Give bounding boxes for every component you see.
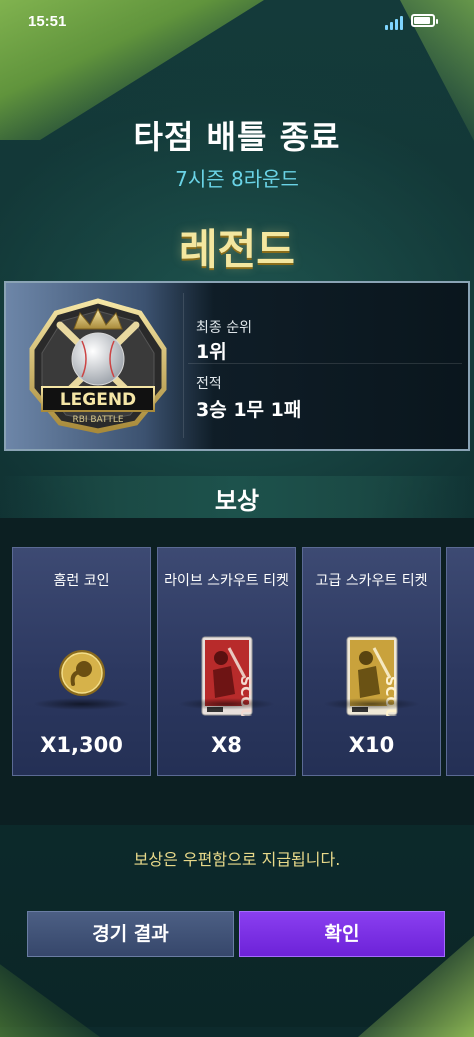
record-value: 3승 1무 1패 [196, 399, 302, 421]
item-shadow [178, 698, 275, 710]
record-label: 전적 [196, 376, 222, 392]
reward-card-premium-scout-ticket[interactable]: 고급 스카우트 티켓 SCOUT X10 [302, 547, 441, 776]
badge-text: LEGEND [60, 390, 136, 410]
result-panel: LEGEND RBI BATTLE 최종 순위 1위 전적 3승 1무 1패 [4, 281, 470, 451]
match-result-button[interactable]: 경기 결과 [27, 911, 234, 957]
rank-value: 1위 [196, 341, 227, 363]
season-round-label: 7시즌 8라운드 [175, 167, 299, 191]
panel-divider [183, 293, 184, 438]
coin-icon [59, 650, 105, 696]
rank-label: 최종 순위 [196, 320, 252, 336]
reward-name: 고급 스카우트 티켓 [315, 573, 428, 589]
svg-text:SCOUT: SCOUT [382, 676, 398, 716]
item-shadow [33, 698, 130, 710]
reward-title: 보상 [214, 487, 260, 515]
reward-quantity: X10 [348, 733, 395, 757]
mailbox-notice: 보상은 우편함으로 지급됩니다. [133, 850, 341, 869]
reward-card-partial[interactable] [446, 547, 474, 776]
badge-subtext: RBI BATTLE [72, 415, 123, 425]
item-shadow [323, 698, 420, 710]
reward-quantity: X1,300 [40, 733, 123, 757]
reward-name: 홈런 코인 [53, 573, 110, 589]
signal-icon [385, 16, 405, 30]
reward-quantity: X8 [211, 733, 242, 757]
status-time: 15:51 [28, 13, 67, 30]
reward-card-live-scout-ticket[interactable]: 라이브 스카우트 티켓 SCOUT X8 [157, 547, 296, 776]
legend-badge-icon: LEGEND RBI BATTLE [29, 298, 167, 434]
tier-label: 레전드 [179, 225, 295, 274]
confirm-button[interactable]: 확인 [239, 911, 445, 957]
reward-card-homerun-coin[interactable]: 홈런 코인 X1,300 [12, 547, 151, 776]
status-bar: 15:51 [0, 0, 474, 42]
svg-text:SCOUT: SCOUT [237, 676, 253, 716]
page-title: 타점 배틀 종료 [133, 118, 341, 156]
reward-name: 라이브 스카우트 티켓 [164, 573, 289, 589]
battery-icon [411, 14, 438, 27]
panel-row-divider [188, 363, 462, 364]
